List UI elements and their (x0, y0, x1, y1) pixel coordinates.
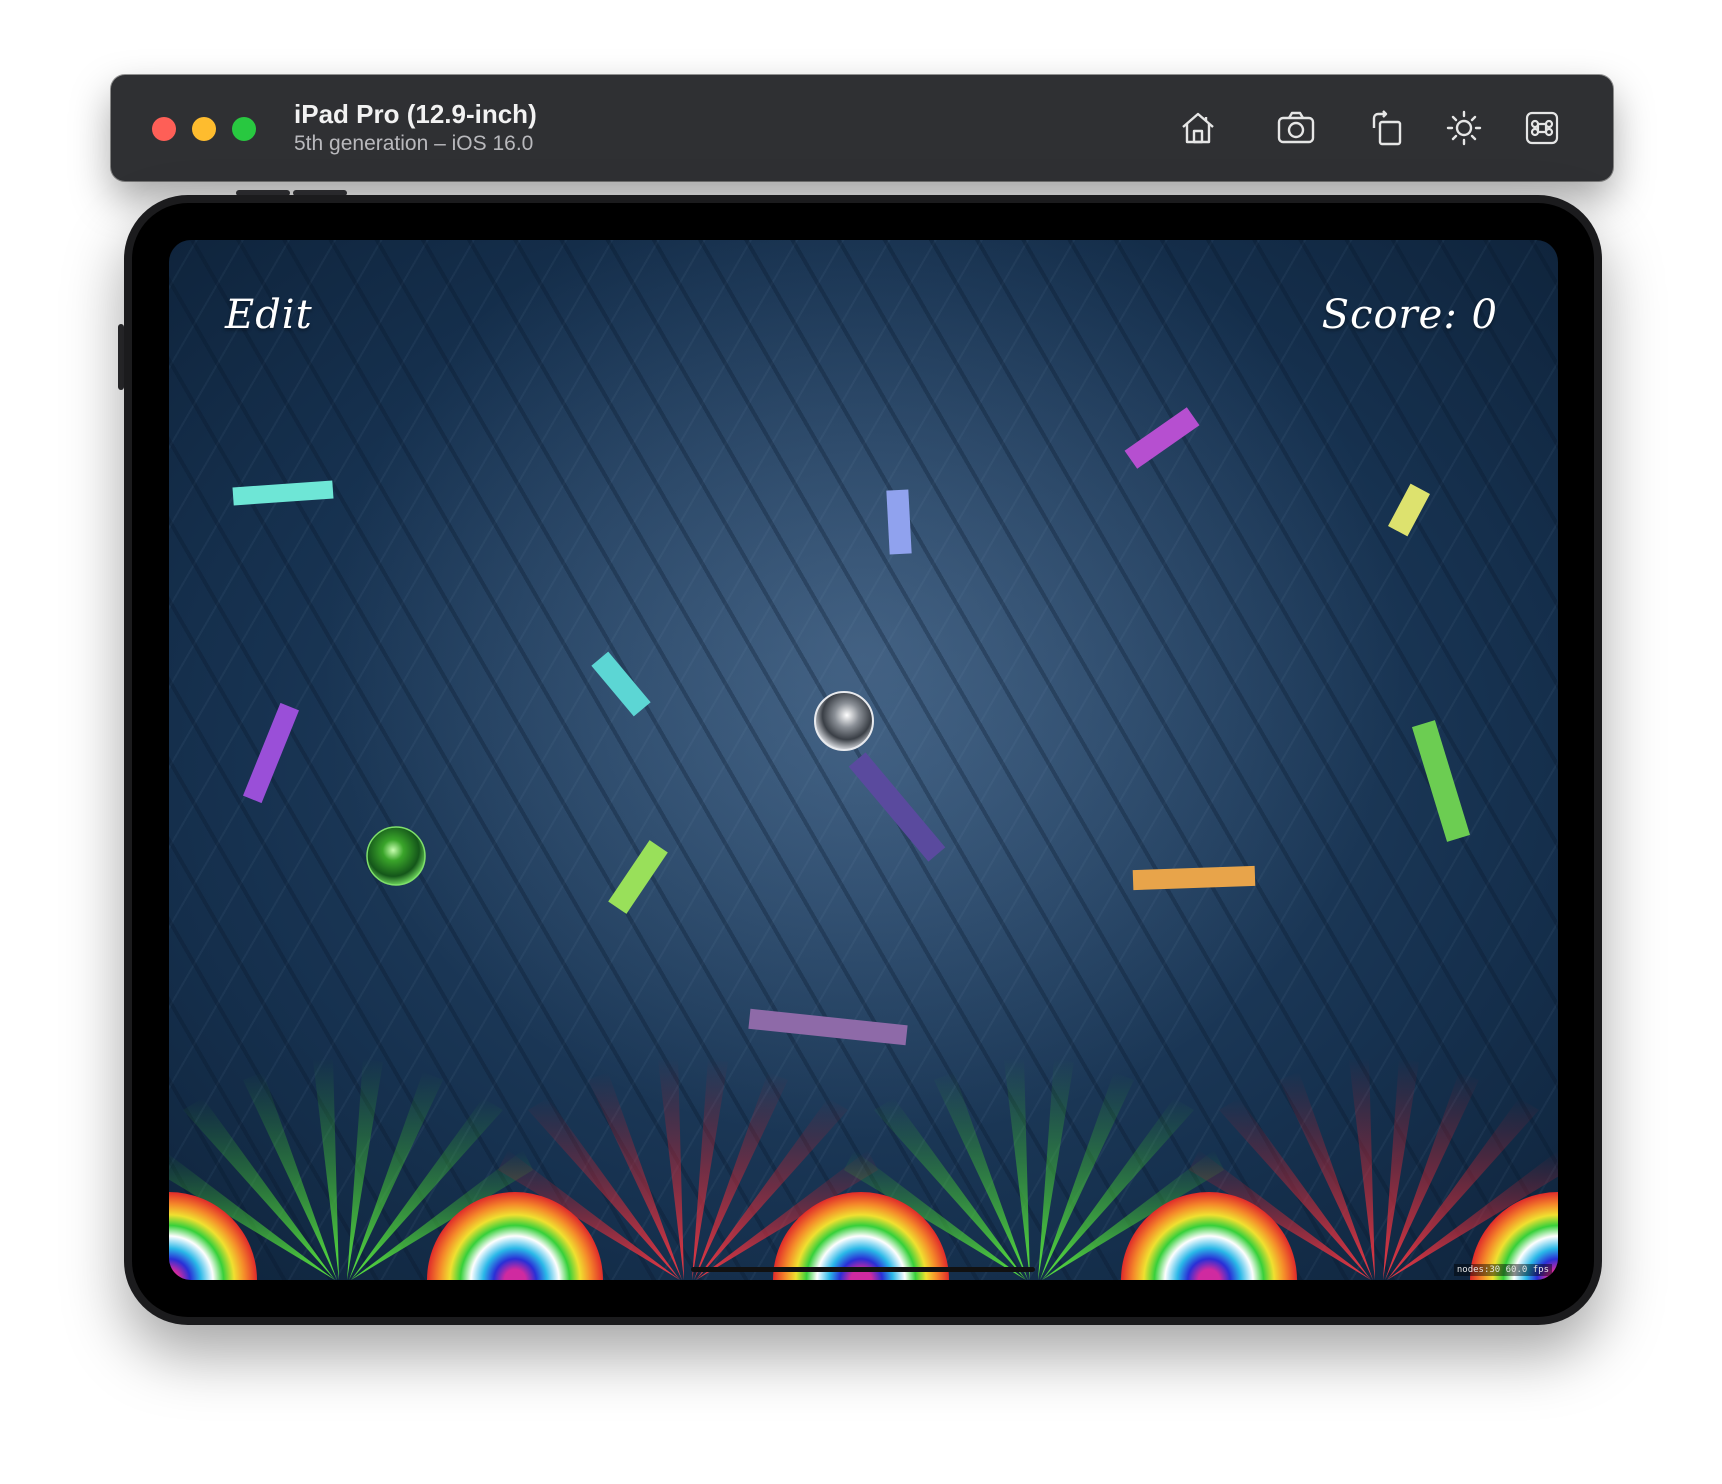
rotate-icon (1372, 110, 1402, 146)
bar-purple-left (242, 702, 300, 804)
screenshot-icon (1277, 111, 1315, 144)
debug-stats: nodes:30 60.0 fps (1453, 1264, 1552, 1276)
rainbow-arc-1 (169, 1192, 257, 1280)
appearance-button[interactable] (1441, 105, 1487, 151)
minimize-button[interactable] (192, 117, 216, 141)
simulator-titlebar: iPad Pro (12.9-inch) 5th generation – iO… (111, 75, 1613, 181)
bar-green-right (1411, 720, 1471, 842)
score-label: Score: 0 (1321, 292, 1498, 338)
game-screen[interactable]: Edit Score: 0 nodes:30 60.0 fps (169, 240, 1558, 1280)
device-title: iPad Pro (12.9-inch) (294, 99, 537, 129)
bar-teal (591, 651, 651, 717)
bar-indigo (848, 752, 946, 862)
bar-yellow (1388, 483, 1430, 537)
bar-mauve (748, 1008, 908, 1046)
close-button[interactable] (152, 117, 176, 141)
game-scene (169, 407, 1558, 1280)
bar-cyan-topleft (232, 480, 334, 506)
device-subtitle: 5th generation – iOS 16.0 (294, 132, 534, 155)
command-button[interactable] (1519, 105, 1565, 151)
bar-magenta (1124, 407, 1200, 469)
bar-lime (608, 840, 668, 914)
home-icon (1182, 112, 1214, 144)
home-button[interactable] (1175, 105, 1221, 151)
bar-orange (1132, 865, 1256, 891)
screenshot-button[interactable] (1273, 105, 1319, 151)
edit-button[interactable]: Edit (225, 292, 313, 338)
rotate-button[interactable] (1363, 105, 1409, 151)
home-indicator[interactable] (691, 1267, 1035, 1272)
command-icon (1525, 111, 1559, 145)
bar-periwinkle (886, 489, 912, 555)
silver-ball[interactable] (814, 691, 874, 751)
appearance-icon (1446, 110, 1482, 146)
zoom-button[interactable] (232, 117, 256, 141)
green-ball[interactable] (366, 826, 426, 886)
